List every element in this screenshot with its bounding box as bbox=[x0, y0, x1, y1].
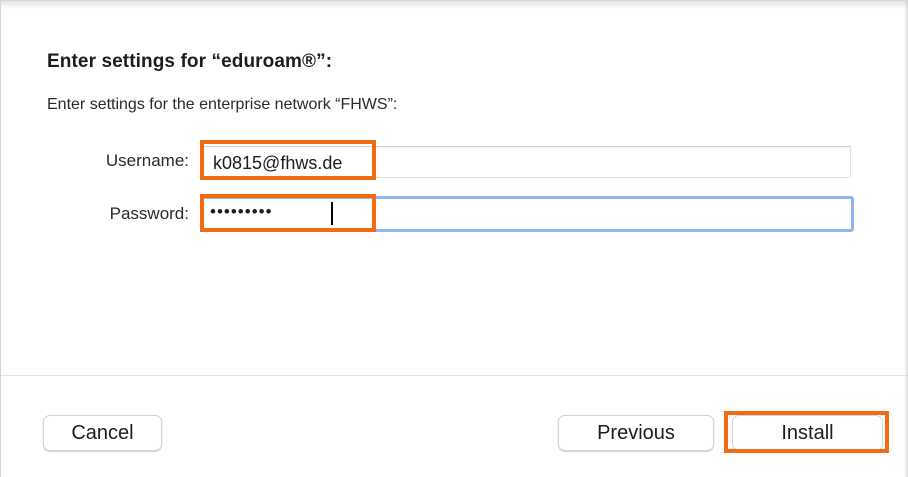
password-field[interactable]: ••••••••• bbox=[200, 196, 854, 232]
password-label: Password: bbox=[109, 204, 189, 223]
username-value: k0815@fhws.de bbox=[213, 153, 343, 173]
footer-divider bbox=[1, 375, 908, 376]
username-label: Username: bbox=[105, 151, 189, 170]
dialog-subtitle: Enter settings for the enterprise networ… bbox=[47, 96, 398, 113]
password-value: ••••••••• bbox=[210, 202, 273, 221]
text-cursor bbox=[331, 202, 333, 225]
cancel-button[interactable]: Cancel bbox=[43, 415, 162, 451]
eduroam-settings-dialog: Enter settings for “eduroam®”: Enter set… bbox=[0, 0, 908, 477]
install-button[interactable]: Install bbox=[732, 415, 883, 451]
username-field[interactable]: k0815@fhws.de bbox=[201, 146, 851, 178]
dialog-title: Enter settings for “eduroam®”: bbox=[47, 51, 333, 72]
previous-button[interactable]: Previous bbox=[558, 415, 714, 451]
